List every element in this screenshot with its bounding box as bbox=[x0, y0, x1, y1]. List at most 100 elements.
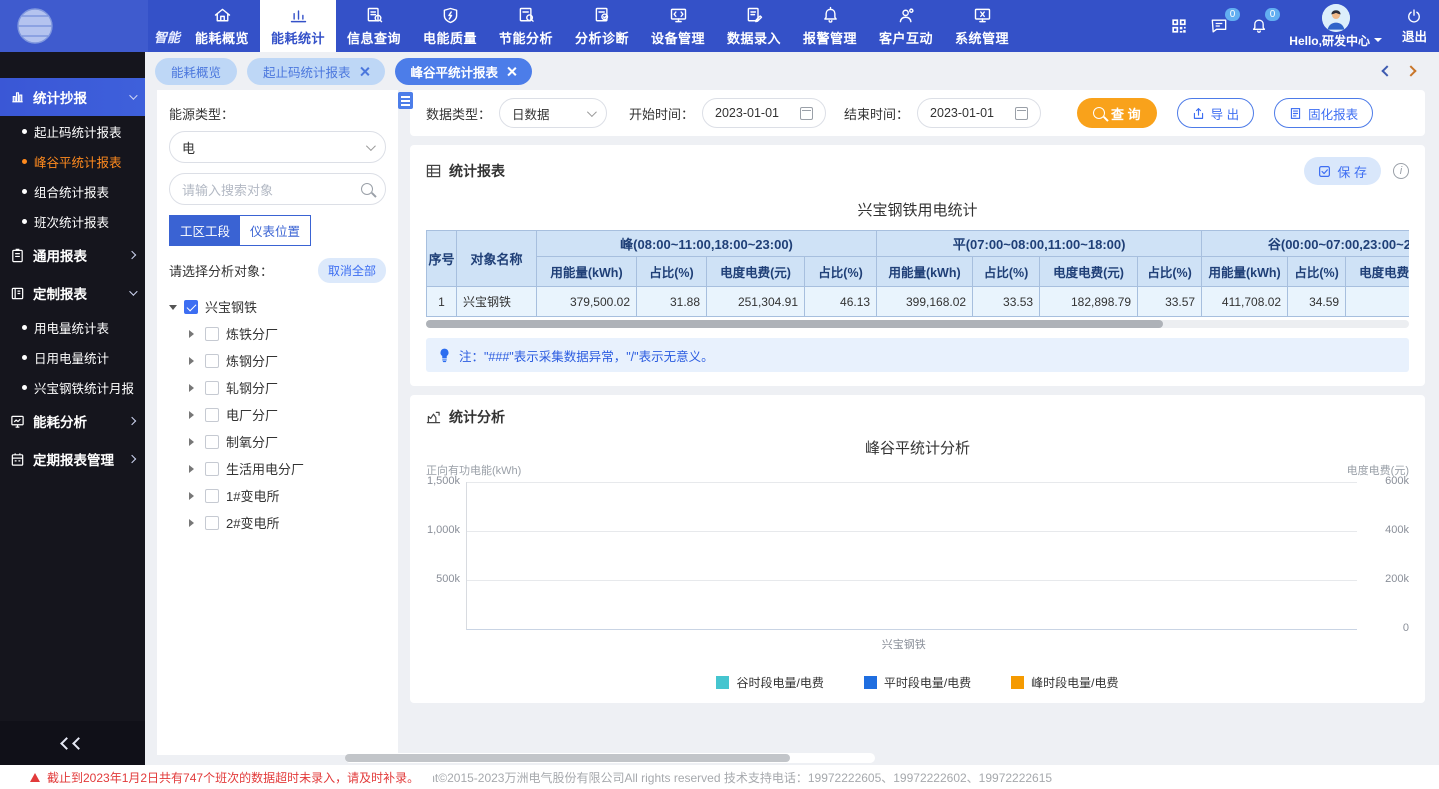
sidebar-collapse-button[interactable] bbox=[0, 721, 145, 765]
nav-item-energy-stats[interactable]: 能耗统计 bbox=[260, 0, 336, 52]
nav-item-analysis-diagnosis[interactable]: 分析诊断 bbox=[564, 0, 640, 52]
sidebar-group-general-report[interactable]: 通用报表 bbox=[0, 236, 145, 274]
tree-node[interactable]: 轧钢分厂 bbox=[169, 374, 386, 401]
bullet-icon bbox=[22, 325, 27, 330]
message-icon[interactable]: 0 bbox=[1209, 16, 1229, 36]
page-horizontal-scrollbar[interactable] bbox=[345, 753, 875, 763]
table-note: 注："###"表示采集数据异常，"/"表示无意义。 bbox=[426, 338, 1409, 372]
nav-item-device-management[interactable]: 设备管理 bbox=[640, 0, 716, 52]
tree-node[interactable]: 1#变电所 bbox=[169, 482, 386, 509]
notification-bell-icon[interactable]: 0 bbox=[1249, 16, 1269, 36]
logout-button[interactable]: 退出 bbox=[1402, 7, 1427, 45]
nav-item-energy-saving-analysis[interactable]: 节能分析 bbox=[488, 0, 564, 52]
query-button[interactable]: 查 询 bbox=[1077, 98, 1157, 128]
tree-node[interactable]: 制氧分厂 bbox=[169, 428, 386, 455]
checkbox[interactable] bbox=[205, 408, 219, 422]
sidebar-group-stat-report[interactable]: 统计抄报 bbox=[0, 78, 145, 116]
checkbox[interactable] bbox=[205, 489, 219, 503]
tab-peak-valley-report[interactable]: 峰谷平统计报表 bbox=[395, 58, 533, 85]
tree-node[interactable]: 炼钢分厂 bbox=[169, 347, 386, 374]
tree-collapse-icon[interactable] bbox=[189, 330, 198, 338]
energy-type-select[interactable]: 电 bbox=[169, 131, 386, 163]
start-date-input[interactable]: 2023-01-01 bbox=[702, 98, 826, 128]
tree-collapse-icon[interactable] bbox=[189, 384, 198, 392]
checkbox[interactable] bbox=[205, 381, 219, 395]
tree-node-root[interactable]: 兴宝钢铁 bbox=[169, 293, 386, 320]
x-axis-category: 兴宝钢铁 bbox=[882, 636, 926, 652]
close-icon[interactable] bbox=[360, 67, 369, 76]
tree-collapse-icon[interactable] bbox=[189, 492, 198, 500]
sidebar-group-custom-report[interactable]: 定制报表 bbox=[0, 274, 145, 312]
tree-collapse-icon[interactable] bbox=[189, 519, 198, 527]
chevron-left-icon[interactable] bbox=[1381, 65, 1392, 76]
sidebar-item-combo-report[interactable]: 组合统计报表 bbox=[0, 176, 145, 206]
nav-item-label: 报警管理 bbox=[803, 28, 857, 47]
scrollbar-thumb[interactable] bbox=[426, 320, 1163, 328]
tree-node[interactable]: 电厂分厂 bbox=[169, 401, 386, 428]
tree-node[interactable]: 炼铁分厂 bbox=[169, 320, 386, 347]
query-button-label: 查 询 bbox=[1111, 104, 1141, 123]
checkbox[interactable] bbox=[205, 327, 219, 341]
sidebar-item-shift-report[interactable]: 班次统计报表 bbox=[0, 206, 145, 236]
sidebar-group-periodic-report-mgmt[interactable]: 定期报表管理 bbox=[0, 440, 145, 478]
qr-code-icon[interactable] bbox=[1169, 16, 1189, 36]
sidebar-item-label: 起止码统计报表 bbox=[34, 122, 122, 141]
checkbox[interactable] bbox=[205, 354, 219, 368]
tree-collapse-icon[interactable] bbox=[189, 465, 198, 473]
nav-item-power-quality[interactable]: 电能质量 bbox=[412, 0, 488, 52]
chevron-right-icon[interactable] bbox=[1405, 65, 1416, 76]
chevron-down-icon bbox=[129, 91, 137, 99]
info-icon[interactable] bbox=[1393, 163, 1409, 179]
right-axis-tick: 600k bbox=[1365, 475, 1409, 487]
left-axis-tick: 1,000k bbox=[426, 524, 460, 536]
chevron-right-icon bbox=[128, 455, 136, 463]
nav-item-customer-interaction[interactable]: 客户互动 bbox=[868, 0, 944, 52]
filter-panel-toggle-icon[interactable] bbox=[398, 92, 413, 109]
line-chart-icon bbox=[426, 410, 441, 424]
nav-item-data-entry[interactable]: 数据录入 bbox=[716, 0, 792, 52]
checkbox[interactable] bbox=[205, 516, 219, 530]
tab-energy-overview[interactable]: 能耗概览 bbox=[155, 58, 237, 85]
search-input[interactable]: 请输入搜索对象 bbox=[169, 173, 386, 205]
nav-item-system-management[interactable]: 系统管理 bbox=[944, 0, 1020, 52]
tab-work-section[interactable]: 工区工段 bbox=[170, 216, 240, 245]
cancel-all-button[interactable]: 取消全部 bbox=[318, 258, 386, 283]
solidify-report-button[interactable]: 固化报表 bbox=[1274, 98, 1373, 128]
legend-item-flat[interactable]: 平时段电量/电费 bbox=[864, 674, 971, 691]
start-date-value: 2023-01-01 bbox=[715, 106, 779, 120]
sidebar-item-daily-power-stats[interactable]: 日用电量统计 bbox=[0, 342, 145, 372]
tree-collapse-icon[interactable] bbox=[189, 438, 198, 446]
nav-item-info-query[interactable]: 信息查询 bbox=[336, 0, 412, 52]
sidebar-group-energy-analysis[interactable]: 能耗分析 bbox=[0, 402, 145, 440]
table-horizontal-scrollbar[interactable] bbox=[426, 320, 1409, 328]
checkbox[interactable] bbox=[205, 462, 219, 476]
scrollbar-thumb[interactable] bbox=[345, 754, 790, 762]
sidebar-item-peak-valley-report[interactable]: 峰谷平统计报表 bbox=[0, 146, 145, 176]
export-button[interactable]: 导 出 bbox=[1177, 98, 1254, 128]
checkbox[interactable] bbox=[205, 435, 219, 449]
content-area: 能耗概览 起止码统计报表 峰谷平统计报表 能源类型： 电 请输入搜索对象 工区工… bbox=[145, 52, 1439, 765]
legend-item-peak[interactable]: 峰时段电量/电费 bbox=[1011, 674, 1118, 691]
tab-start-stop-report[interactable]: 起止码统计报表 bbox=[247, 58, 385, 85]
sidebar-item-monthly-report[interactable]: 兴宝钢铁统计月报 bbox=[0, 372, 145, 402]
tree-expand-icon[interactable] bbox=[169, 305, 177, 314]
checkbox-checked[interactable] bbox=[184, 300, 198, 314]
start-time-label: 开始时间： bbox=[629, 104, 694, 123]
tree-node[interactable]: 生活用电分厂 bbox=[169, 455, 386, 482]
close-icon[interactable] bbox=[507, 67, 516, 76]
data-type-select[interactable]: 日数据 bbox=[499, 98, 607, 128]
nav-item-energy-overview[interactable]: 能耗概览 bbox=[184, 0, 260, 52]
tree-node[interactable]: 2#变电所 bbox=[169, 509, 386, 536]
tree-collapse-icon[interactable] bbox=[189, 357, 198, 365]
sidebar-item-power-usage-stats[interactable]: 用电量统计表 bbox=[0, 312, 145, 342]
tab-meter-position[interactable]: 仪表位置 bbox=[240, 216, 310, 245]
tree-collapse-icon[interactable] bbox=[189, 411, 198, 419]
legend-item-valley[interactable]: 谷时段电量/电费 bbox=[716, 674, 823, 691]
user-menu[interactable]: Hello,研发中心 bbox=[1289, 4, 1382, 49]
sidebar-item-start-stop-report[interactable]: 起止码统计报表 bbox=[0, 116, 145, 146]
nav-item-alarm-management[interactable]: 报警管理 bbox=[792, 0, 868, 52]
legend-swatch bbox=[1011, 676, 1024, 689]
tree-node-label: 电厂分厂 bbox=[226, 405, 278, 424]
save-button[interactable]: 保 存 bbox=[1304, 157, 1381, 185]
end-date-input[interactable]: 2023-01-01 bbox=[917, 98, 1041, 128]
